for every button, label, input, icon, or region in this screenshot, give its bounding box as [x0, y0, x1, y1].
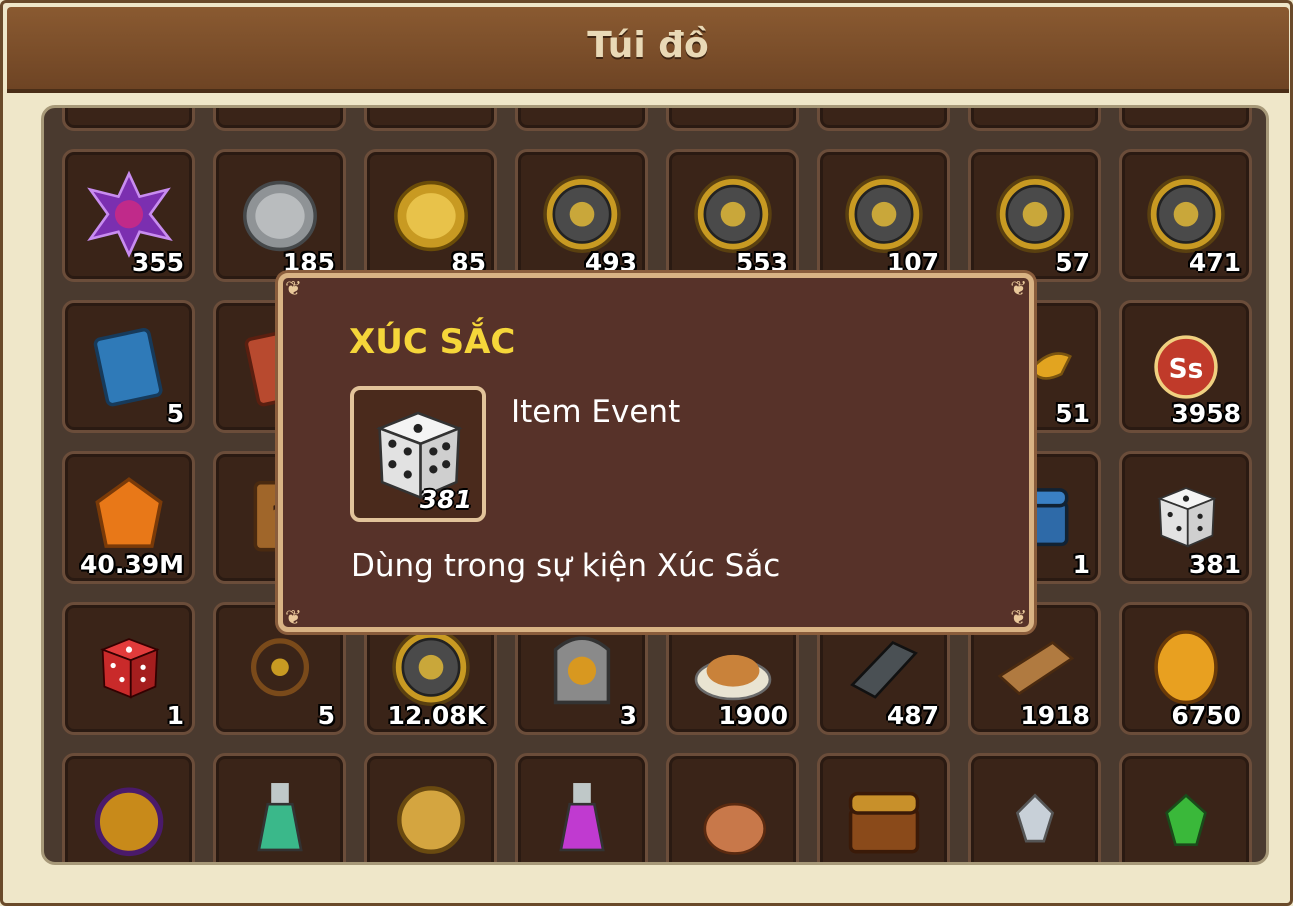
inventory-slot[interactable] [364, 753, 497, 862]
inventory-slot[interactable] [62, 753, 195, 862]
window-title: Túi đồ [587, 25, 709, 66]
inventory-slot[interactable]: 85 [364, 149, 497, 282]
item-count: 1 [1072, 550, 1090, 579]
inventory-slot[interactable]: 185 [213, 149, 346, 282]
corner-ornament-icon: ❦ [285, 605, 302, 629]
inventory-slot-partial[interactable] [213, 108, 346, 131]
wood-plank-icon [991, 623, 1079, 711]
inventory-slot[interactable]: 381 [1119, 451, 1252, 584]
inventory-slot[interactable] [213, 753, 346, 862]
item-count: 381 [1188, 550, 1241, 579]
inventory-slot[interactable]: 471 [1119, 149, 1252, 282]
meat-icon [689, 774, 777, 862]
item-count: 487 [886, 701, 939, 730]
inventory-slot[interactable]: 40.39M [62, 451, 195, 584]
item-type: Item Event [511, 394, 681, 430]
inventory-slot[interactable] [968, 753, 1101, 862]
iron-ingot-icon [840, 623, 928, 711]
corner-ornament-icon: ❦ [285, 276, 302, 300]
silver-crystal-icon [991, 774, 1079, 862]
corner-ornament-icon: ❦ [1010, 276, 1027, 300]
inventory-slot-partial[interactable] [1119, 108, 1252, 131]
inventory-slot[interactable] [666, 753, 799, 862]
svg-text:Ss: Ss [1168, 353, 1203, 384]
inventory-slot[interactable] [1119, 753, 1252, 862]
item-name: XÚC SẮC [349, 322, 516, 362]
item-icon-frame: 381 [350, 386, 486, 522]
compass-icon [387, 774, 475, 862]
inventory-slot-partial[interactable] [62, 108, 195, 131]
item-count: 355 [131, 248, 184, 277]
anchor-medal-icon [1142, 170, 1230, 258]
item-count: 5 [166, 399, 184, 428]
orange-gem-icon [85, 472, 173, 560]
white-dice-icon [1142, 472, 1230, 560]
inventory-slot[interactable]: 107 [817, 149, 950, 282]
corner-ornament-icon: ❦ [1010, 605, 1027, 629]
inventory-slot[interactable]: 493 [515, 149, 648, 282]
inventory-slot-partial[interactable] [364, 108, 497, 131]
item-description: Dùng trong sự kiện Xúc Sắc [351, 548, 781, 584]
inventory-slot[interactable]: Ss 3958 [1119, 300, 1252, 433]
inventory-slot[interactable] [817, 753, 950, 862]
dark-orb-icon [85, 774, 173, 862]
inventory-window: Túi đồ 355 185 85 493 553 107 57 471 5 51 Ss 3958 40… [0, 0, 1293, 906]
inventory-slot[interactable]: 57 [968, 149, 1101, 282]
bitcoin-tablet-icon [538, 623, 626, 711]
item-count: 3 [619, 701, 637, 730]
sword-medal-icon [840, 170, 928, 258]
green-potion-icon [236, 774, 324, 862]
item-count: 57 [1055, 248, 1090, 277]
inventory-slot[interactable]: 1 [62, 602, 195, 735]
inventory-slot[interactable]: 6750 [1119, 602, 1252, 735]
inventory-slot-partial[interactable] [968, 108, 1101, 131]
inventory-slot-partial[interactable] [817, 108, 950, 131]
item-count: 6750 [1171, 701, 1241, 730]
pink-potion-icon [538, 774, 626, 862]
item-count: 1918 [1020, 701, 1090, 730]
treasure-chest-icon [840, 774, 928, 862]
item-count: 1 [166, 701, 184, 730]
amber-stone-icon [1142, 623, 1230, 711]
silver-coin-icon [236, 170, 324, 258]
hammer-medal-icon [387, 623, 475, 711]
inventory-slot-partial[interactable] [666, 108, 799, 131]
ship-wheel-icon [236, 623, 324, 711]
inventory-slot[interactable]: 355 [62, 149, 195, 282]
blue-wing-book-icon [85, 321, 173, 409]
title-bar: Túi đồ [7, 7, 1289, 93]
item-count: 5 [317, 701, 335, 730]
gold-coin-icon [387, 170, 475, 258]
item-count: 471 [1188, 248, 1241, 277]
helmet-medal-icon [689, 170, 777, 258]
red-dice-icon [85, 623, 173, 711]
item-tooltip: ❦ ❦ ❦ ❦ XÚC SẮC 381 Item Event Dùng tron… [278, 273, 1034, 632]
item-count: 381 [419, 485, 472, 514]
inventory-slot[interactable]: 553 [666, 149, 799, 282]
item-count: 3958 [1171, 399, 1241, 428]
inventory-slot-partial[interactable] [515, 108, 648, 131]
item-count: 12.08K [387, 701, 486, 730]
target-medal-icon [991, 170, 1079, 258]
ss-crown-badge-icon: Ss [1142, 321, 1230, 409]
inventory-slot[interactable]: 5 [62, 300, 195, 433]
green-crystal-icon [1142, 774, 1230, 862]
pirate-flag-medal-icon [538, 170, 626, 258]
inventory-slot[interactable] [515, 753, 648, 862]
item-count: 40.39M [80, 550, 184, 579]
item-count: 51 [1055, 399, 1090, 428]
noodle-plate-icon [689, 623, 777, 711]
item-count: 1900 [718, 701, 788, 730]
purple-dna-shard-icon [85, 170, 173, 258]
